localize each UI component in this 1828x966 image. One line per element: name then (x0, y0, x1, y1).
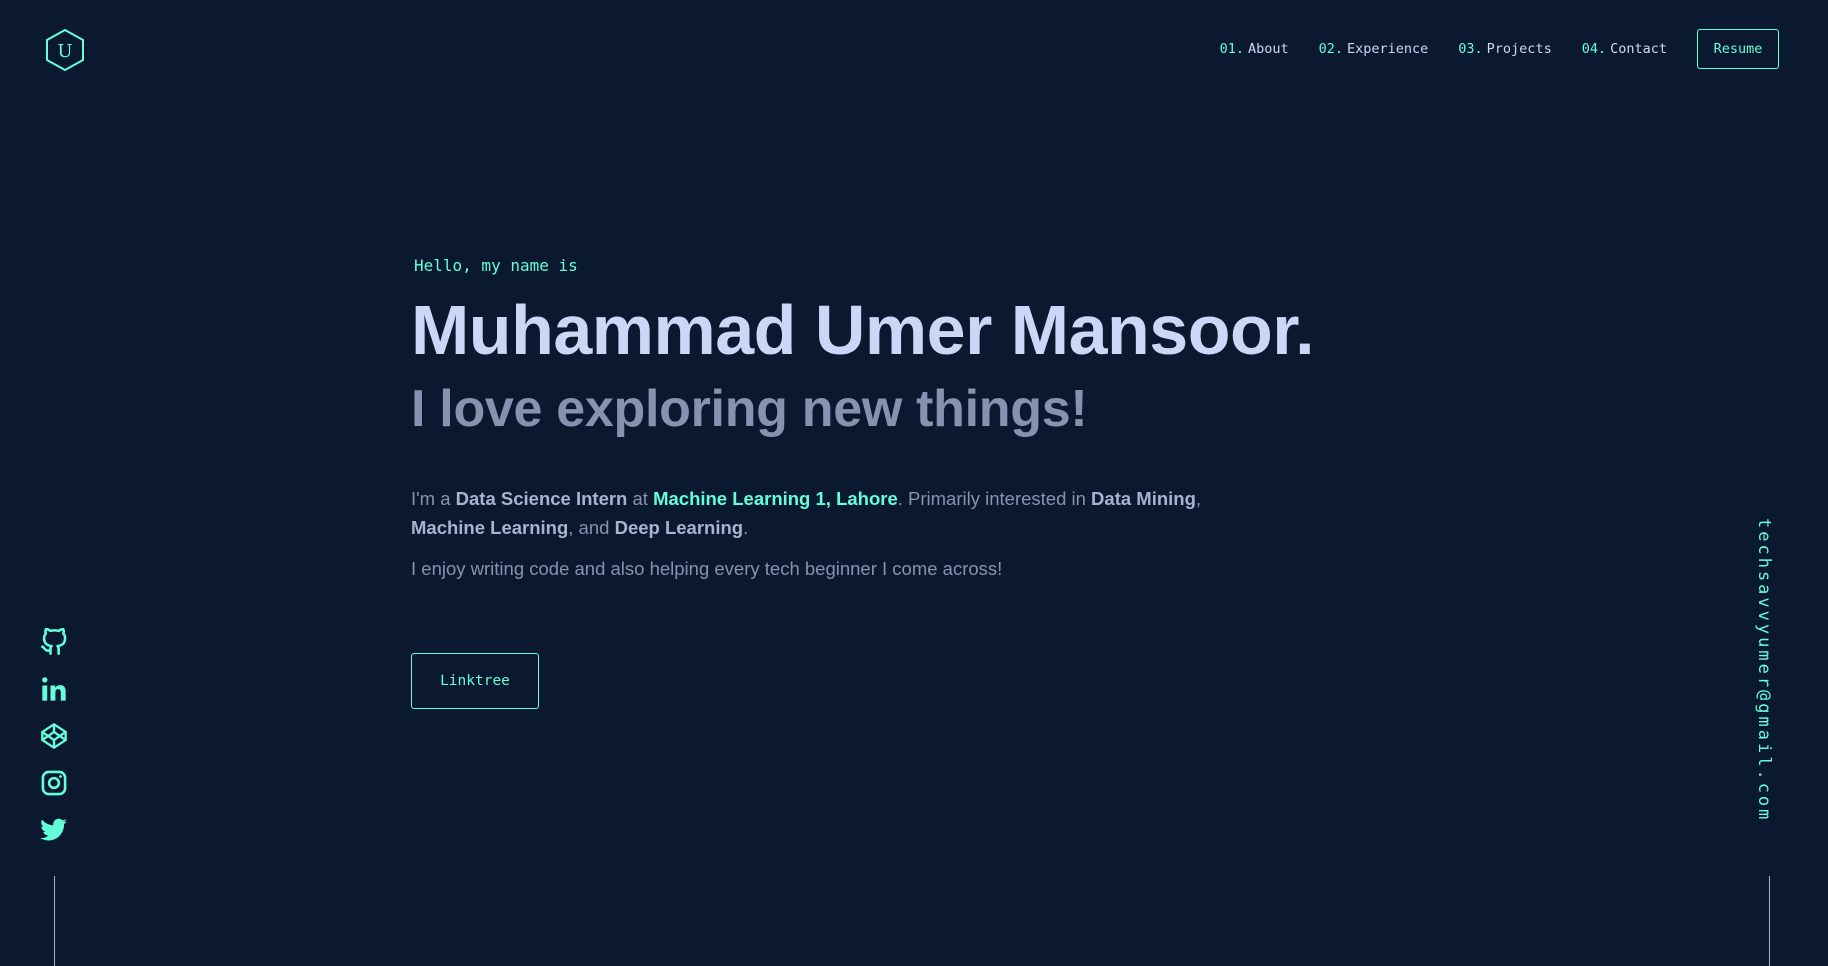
nav-item-experience[interactable]: 02. Experience (1319, 41, 1429, 57)
nav-item-projects[interactable]: 03. Projects (1458, 41, 1551, 57)
instagram-icon (41, 770, 67, 796)
email-link[interactable]: techsavvyumer@gmail.com (1754, 518, 1774, 822)
nav-label: Contact (1610, 41, 1667, 57)
hero-intro-secondary: I enjoy writing code and also helping ev… (411, 558, 1003, 579)
intro-interest: Machine Learning (411, 517, 569, 538)
hero-tagline: I love exploring new things! (411, 380, 1088, 438)
intro-text: at (627, 488, 654, 509)
intro-text: . (743, 517, 749, 538)
intro-text: . Primarily interested in (897, 488, 1092, 509)
resume-button[interactable]: Resume (1697, 29, 1779, 69)
nav-label: Projects (1486, 41, 1552, 57)
twitter-link[interactable] (40, 816, 68, 844)
linkedin-icon (42, 677, 66, 701)
intro-text: I'm a (411, 488, 456, 509)
right-vertical-line (1769, 876, 1770, 966)
nav-item-about[interactable]: 01. About (1220, 41, 1289, 57)
nav-number: 01. (1219, 41, 1244, 57)
nav-number: 02. (1318, 41, 1343, 57)
intro-role: Data Science Intern (455, 488, 628, 509)
nav-label: About (1247, 41, 1289, 57)
hero-intro: I'm a Data Science Intern at Machine Lea… (411, 484, 1231, 542)
logo-letter: U (57, 41, 72, 62)
codepen-icon (41, 723, 67, 749)
nav-item-contact[interactable]: 04. Contact (1582, 41, 1667, 57)
social-sidebar (40, 628, 70, 863)
hexagon-logo-icon: U (46, 28, 84, 72)
left-vertical-line (54, 876, 55, 966)
codepen-link[interactable] (40, 722, 68, 750)
main-nav: 01. About 02. Experience 03. Projects 04. Co… (1220, 29, 1779, 69)
github-link[interactable] (40, 628, 68, 656)
page: U 01. About 02. Experience 03. Projects 04.… (0, 0, 1828, 966)
logo[interactable]: U (44, 28, 86, 72)
nav-number: 04. (1581, 41, 1607, 57)
github-icon (41, 628, 67, 655)
twitter-icon (40, 818, 67, 841)
intro-interest: Data Mining (1091, 488, 1196, 509)
linkedin-link[interactable] (40, 675, 68, 703)
nav-label: Experience (1347, 41, 1429, 57)
intro-text: , and (568, 517, 615, 538)
intro-company-link[interactable]: Machine Learning 1, Lahore (653, 488, 898, 509)
intro-text: , (1195, 488, 1202, 509)
instagram-link[interactable] (40, 769, 68, 797)
nav-number: 03. (1458, 41, 1483, 57)
hero-greeting: Hello, my name is (414, 256, 578, 275)
linktree-button[interactable]: Linktree (411, 653, 539, 709)
hero-name: Muhammad Umer Mansoor. (411, 291, 1315, 369)
intro-interest: Deep Learning (614, 517, 744, 538)
